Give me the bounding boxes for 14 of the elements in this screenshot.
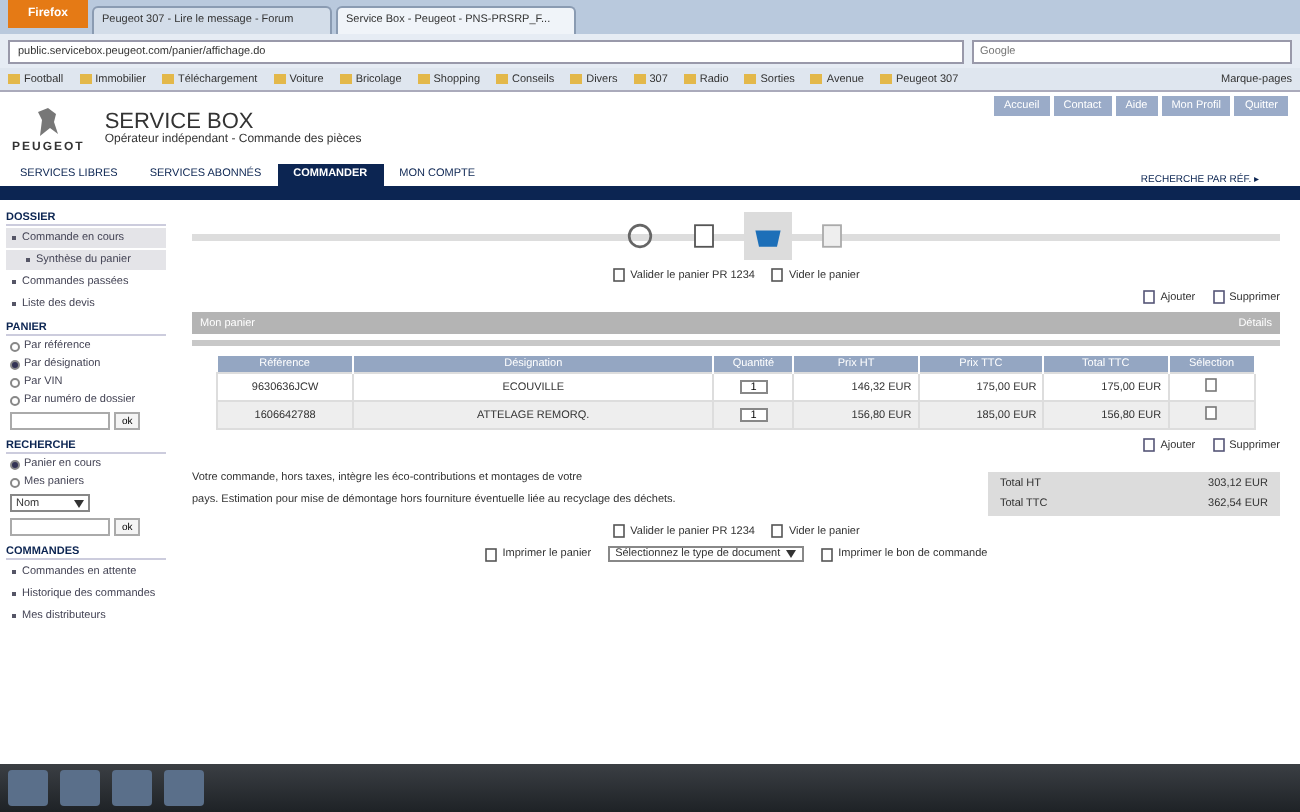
document-icon <box>612 524 627 538</box>
caret-icon <box>74 499 84 507</box>
site-title: SERVICE BOX <box>104 110 254 134</box>
radio-button[interactable] <box>10 459 20 469</box>
search-field[interactable] <box>10 518 110 536</box>
radio-button[interactable] <box>10 341 20 351</box>
radio-button[interactable] <box>10 377 20 387</box>
step-tab[interactable] <box>744 212 792 260</box>
caret-icon <box>786 550 797 558</box>
radio-button[interactable] <box>10 477 20 487</box>
document-icon <box>612 268 627 282</box>
radio-button[interactable] <box>10 359 20 369</box>
search-field[interactable] <box>10 412 110 430</box>
radio-button[interactable] <box>10 395 20 405</box>
